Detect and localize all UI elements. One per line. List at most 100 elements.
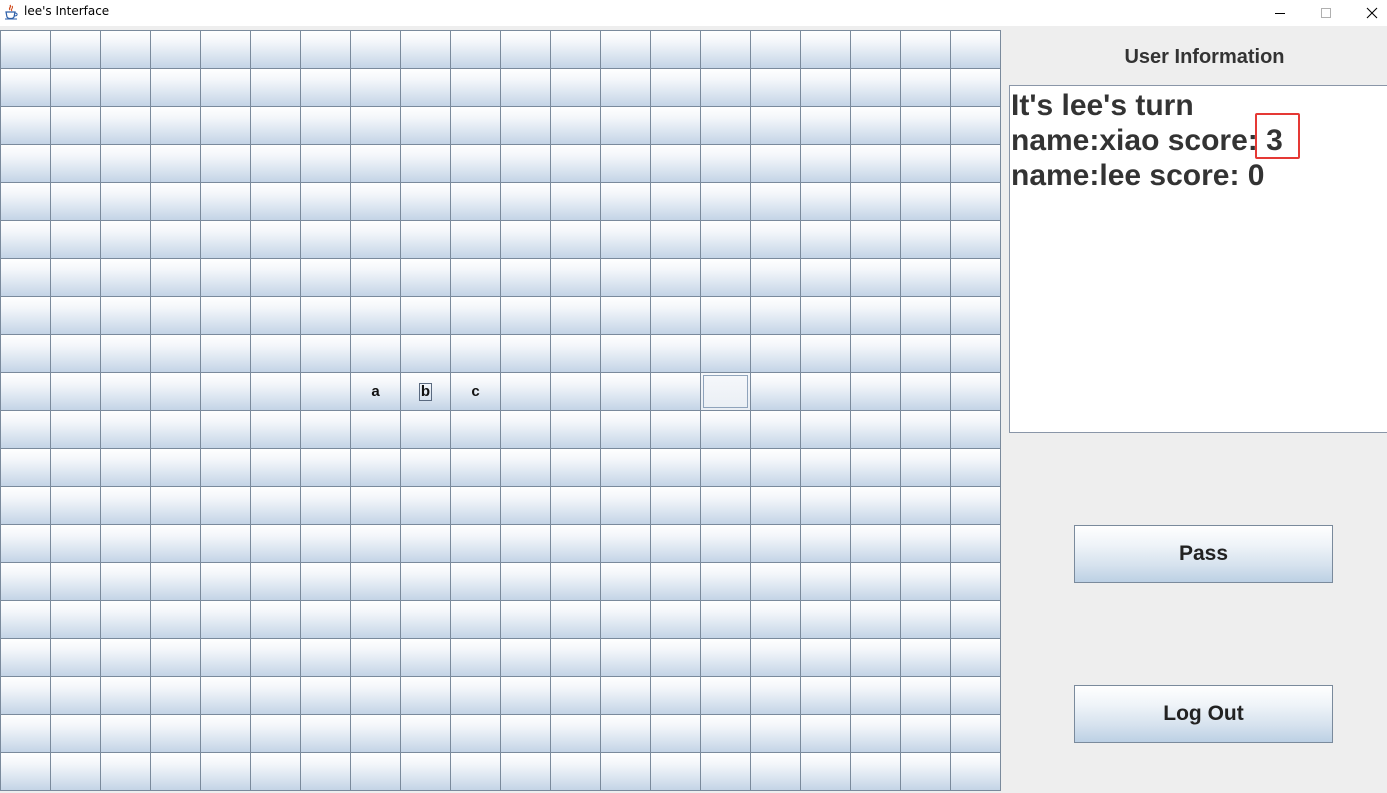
board-cell[interactable] (550, 486, 601, 525)
board-cell[interactable] (50, 562, 101, 601)
board-cell[interactable] (650, 372, 701, 411)
board-cell[interactable] (0, 638, 51, 677)
board-cell[interactable] (650, 714, 701, 753)
board-cell[interactable] (100, 486, 151, 525)
board-cell[interactable] (0, 30, 51, 69)
board-cell[interactable] (50, 334, 101, 373)
board-cell[interactable] (650, 258, 701, 297)
board-cell[interactable] (450, 486, 501, 525)
board-cell-selected[interactable] (700, 372, 751, 411)
board-cell[interactable] (750, 334, 801, 373)
board-cell[interactable] (450, 752, 501, 791)
board-cell[interactable] (100, 106, 151, 145)
board-cell[interactable] (900, 296, 951, 335)
board-cell[interactable] (650, 106, 701, 145)
board-cell[interactable] (600, 334, 651, 373)
board-cell[interactable] (600, 524, 651, 563)
board-cell[interactable] (800, 562, 851, 601)
board-cell[interactable] (550, 372, 601, 411)
board-cell[interactable] (100, 448, 151, 487)
board-cell[interactable] (0, 296, 51, 335)
board-cell[interactable] (250, 258, 301, 297)
board-cell[interactable] (550, 68, 601, 107)
board-cell[interactable] (0, 144, 51, 183)
board-cell[interactable] (900, 258, 951, 297)
board-cell[interactable] (100, 334, 151, 373)
board-cell[interactable] (200, 752, 251, 791)
board-cell[interactable] (450, 334, 501, 373)
board-cell[interactable] (0, 334, 51, 373)
board-cell[interactable] (450, 524, 501, 563)
board-cell[interactable] (850, 676, 901, 715)
board-cell[interactable] (600, 68, 651, 107)
board-cell[interactable] (650, 638, 701, 677)
board-cell[interactable] (900, 486, 951, 525)
board-cell[interactable] (800, 638, 851, 677)
board-cell[interactable] (100, 296, 151, 335)
board-cell[interactable] (250, 68, 301, 107)
board-cell[interactable] (50, 68, 101, 107)
board-cell[interactable] (350, 752, 401, 791)
board-cell[interactable] (300, 182, 351, 221)
board-cell[interactable] (100, 372, 151, 411)
board-cell[interactable] (300, 220, 351, 259)
board-cell[interactable] (550, 182, 601, 221)
pass-button[interactable]: Pass (1074, 525, 1333, 583)
board-cell[interactable] (300, 30, 351, 69)
board-cell[interactable] (450, 714, 501, 753)
board-cell[interactable] (900, 30, 951, 69)
board-cell[interactable] (50, 106, 101, 145)
board-cell[interactable] (150, 524, 201, 563)
board-cell[interactable] (350, 296, 401, 335)
board-cell[interactable] (500, 30, 551, 69)
board-cell[interactable] (0, 258, 51, 297)
board-cell[interactable] (600, 30, 651, 69)
board-cell[interactable] (700, 182, 751, 221)
board-cell[interactable] (150, 562, 201, 601)
board-cell[interactable] (150, 258, 201, 297)
logout-button[interactable]: Log Out (1074, 685, 1333, 743)
board-cell[interactable] (50, 30, 101, 69)
board-cell[interactable] (850, 752, 901, 791)
board-cell[interactable] (0, 676, 51, 715)
board-cell[interactable] (400, 68, 451, 107)
board-cell[interactable] (200, 106, 251, 145)
board-cell[interactable] (450, 106, 501, 145)
board-cell[interactable] (400, 144, 451, 183)
board-cell[interactable] (450, 676, 501, 715)
board-cell[interactable] (50, 296, 101, 335)
board-cell[interactable] (500, 144, 551, 183)
board-cell[interactable] (950, 372, 1001, 411)
board-cell[interactable] (600, 296, 651, 335)
board-cell[interactable] (750, 372, 801, 411)
board-cell[interactable] (250, 144, 301, 183)
board-cell[interactable] (750, 144, 801, 183)
board-cell[interactable] (950, 258, 1001, 297)
board-cell[interactable] (450, 562, 501, 601)
board-cell[interactable] (50, 258, 101, 297)
board-cell[interactable] (250, 752, 301, 791)
board-cell[interactable] (150, 372, 201, 411)
board-cell[interactable] (700, 562, 751, 601)
board-cell[interactable] (200, 68, 251, 107)
board-cell[interactable] (350, 220, 401, 259)
board-cell[interactable] (550, 562, 601, 601)
board-cell[interactable] (800, 752, 851, 791)
board-cell[interactable] (550, 334, 601, 373)
board-cell[interactable] (750, 600, 801, 639)
board-cell[interactable] (450, 144, 501, 183)
board-cell[interactable] (300, 106, 351, 145)
board-cell[interactable] (150, 144, 201, 183)
board-cell[interactable] (150, 106, 201, 145)
board-cell[interactable] (450, 220, 501, 259)
board-cell[interactable] (900, 562, 951, 601)
board-cell[interactable] (650, 68, 701, 107)
board-cell[interactable] (350, 182, 401, 221)
board-cell[interactable] (250, 410, 301, 449)
board-cell[interactable] (700, 448, 751, 487)
board-cell[interactable] (400, 258, 451, 297)
board-cell[interactable] (50, 486, 101, 525)
board-cell[interactable] (750, 752, 801, 791)
board-cell[interactable] (0, 220, 51, 259)
board-cell[interactable] (350, 714, 401, 753)
